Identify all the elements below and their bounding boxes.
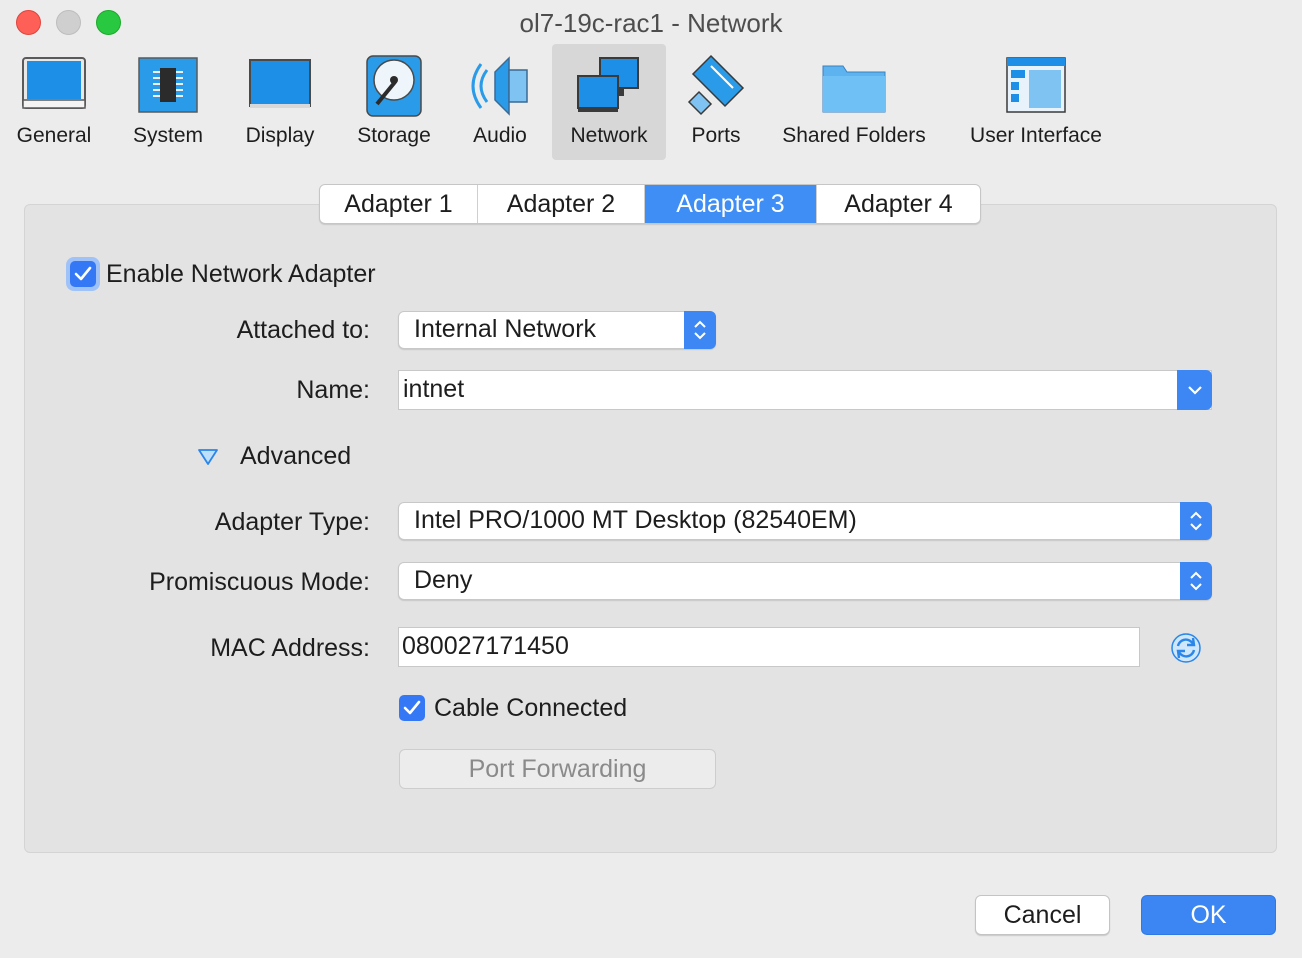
enable-adapter-label: Enable Network Adapter [106,260,376,288]
settings-window: ol7-19c-rac1 - Network General System Di… [0,0,1302,958]
toolbar-item-audio[interactable]: Audio [450,44,550,160]
combobox-dropdown-button[interactable] [1177,370,1212,410]
system-chip-icon [138,57,198,113]
adapter-type-label: Adapter Type: [214,508,370,536]
toolbar-label: System [132,124,203,147]
toolbar-label: Storage [357,124,431,147]
toolbar-label: Network [570,124,648,147]
toolbar-item-storage[interactable]: Storage [344,44,444,160]
chevron-up-down-icon [1190,571,1202,591]
popup-stepper [684,311,716,349]
storage-disk-icon [366,55,422,117]
chevron-up-down-icon [1190,511,1202,531]
toolbar-label: Display [245,124,315,147]
name-label: Name: [296,376,370,404]
cable-connected-label: Cable Connected [434,694,628,722]
promiscuous-mode-label: Promiscuous Mode: [149,568,370,596]
promiscuous-mode-value: Deny [414,566,473,594]
toolbar-item-network[interactable]: Network [552,44,666,160]
promiscuous-mode-popup[interactable]: Deny [398,562,1212,600]
toolbar-item-system[interactable]: System [118,44,218,160]
checkmark-icon [74,266,92,281]
adapter-type-popup[interactable]: Intel PRO/1000 MT Desktop (82540EM) [398,502,1212,540]
toolbar-item-shared-folders[interactable]: Shared Folders [776,44,932,160]
mac-address-label: MAC Address: [210,634,370,662]
attached-to-value: Internal Network [414,315,597,343]
toolbar-label: User Interface [970,124,1102,147]
advanced-label[interactable]: Advanced [240,442,351,471]
chevron-down-icon [1188,386,1202,395]
tab-adapter-4[interactable]: Adapter 4 [817,185,980,223]
toolbar-item-user-interface[interactable]: User Interface [960,44,1112,160]
ok-button[interactable]: OK [1141,895,1276,935]
mac-address-value: 080027171450 [402,632,569,660]
folder-icon [822,65,886,113]
port-forwarding-button[interactable]: Port Forwarding [399,749,716,789]
display-monitor-icon [249,59,311,108]
mac-address-input[interactable]: 080027171450 [398,627,1140,667]
tab-adapter-3[interactable]: Adapter 3 [645,185,817,223]
toolbar-item-ports[interactable]: Ports [668,44,764,160]
toolbar-item-display[interactable]: Display [230,44,330,160]
attached-to-popup[interactable]: Internal Network [398,311,716,349]
toolbar-label: Ports [691,124,741,147]
adapter-type-value: Intel PRO/1000 MT Desktop (82540EM) [414,506,857,534]
adapter-tab-bar: Adapter 1 Adapter 2 Adapter 3 Adapter 4 [319,184,981,224]
general-icon [22,57,86,109]
enable-adapter-checkbox[interactable] [70,261,96,287]
ports-plug-icon [687,54,745,116]
checkmark-icon [403,700,421,715]
toolbar-item-general[interactable]: General [4,44,104,160]
disclosure-triangle-icon[interactable] [197,448,219,466]
cancel-button[interactable]: Cancel [975,895,1110,935]
network-icon [577,57,639,112]
network-name-value: intnet [403,375,465,403]
audio-speaker-icon [471,56,528,116]
toolbar-label: Audio [473,124,527,147]
tab-adapter-1[interactable]: Adapter 1 [320,185,478,223]
chevron-up-down-icon [694,320,706,340]
popup-stepper [1180,562,1212,600]
user-interface-window-icon [1006,57,1066,113]
window-title: ol7-19c-rac1 - Network [519,8,783,38]
attached-to-label: Attached to: [236,316,370,344]
toolbar-label: Shared Folders [782,124,926,147]
network-name-combobox[interactable]: intnet [398,370,1212,410]
popup-stepper [1180,502,1212,540]
tab-adapter-2[interactable]: Adapter 2 [478,185,645,223]
cable-connected-checkbox[interactable] [399,695,425,721]
toolbar-label: General [16,124,92,147]
refresh-mac-icon[interactable] [1170,632,1202,664]
